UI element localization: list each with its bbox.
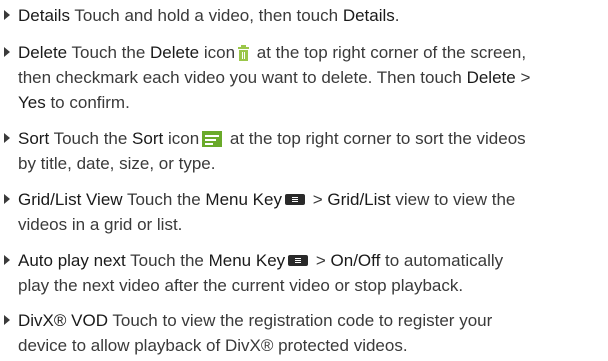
- item-line2: play the next video after the current vi…: [18, 273, 606, 298]
- item-line3: Yes to confirm.: [18, 90, 606, 115]
- item-text: Touch the: [49, 129, 133, 148]
- item-text: >: [307, 190, 328, 209]
- item-text: >: [515, 68, 531, 87]
- menu-key-icon: [288, 255, 309, 266]
- item-label: Grid/List View: [18, 190, 123, 209]
- item-text: Touch the: [125, 251, 209, 270]
- bullet-arrow-icon: [4, 133, 10, 143]
- item-text: Touch the: [122, 190, 206, 209]
- item-line2: by title, date, size, or type.: [18, 151, 606, 176]
- bullet-arrow-icon: [4, 255, 10, 265]
- list-item-divx-vod: DivX® VOD Touch to view the registration…: [0, 308, 606, 358]
- item-term: Details: [342, 6, 395, 25]
- bullet-arrow-icon: [4, 10, 10, 20]
- item-term: Sort: [132, 129, 164, 148]
- item-text: by title, date, size, or type.: [18, 154, 216, 173]
- item-text: then checkmark each video you want to de…: [18, 68, 467, 87]
- list-item-details: Details Touch and hold a video, then tou…: [0, 3, 606, 28]
- item-line2: device to allow playback of DivX® protec…: [18, 333, 606, 358]
- item-text: device to allow playback of DivX® protec…: [18, 336, 408, 355]
- item-text: >: [311, 251, 331, 270]
- item-label: DivX® VOD: [18, 311, 108, 330]
- item-text: at the top right corner to sort the vide…: [225, 129, 526, 148]
- list-item-auto-play-next: Auto play next Touch the Menu Key > On/O…: [0, 248, 606, 298]
- list-item-grid-list-view: Grid/List View Touch the Menu Key > Grid…: [0, 187, 606, 237]
- item-term: Grid/List: [327, 190, 391, 209]
- item-text: to automatically: [380, 251, 504, 270]
- sort-icon: [202, 131, 223, 147]
- item-term: Menu Key: [205, 190, 282, 209]
- item-text: icon: [163, 129, 200, 148]
- list-item-sort: Sort Touch the Sort icon at the top righ…: [0, 126, 606, 176]
- bullet-arrow-icon: [4, 194, 10, 204]
- item-text: icon: [199, 43, 236, 62]
- item-term: On/Off: [330, 251, 381, 270]
- bullet-arrow-icon: [4, 47, 10, 57]
- item-term: Yes: [18, 93, 46, 112]
- item-label: Sort: [18, 129, 50, 148]
- item-term: Delete: [466, 68, 516, 87]
- bullet-arrow-icon: [4, 315, 10, 325]
- menu-key-icon: [284, 194, 305, 205]
- item-text: Touch the: [67, 43, 150, 62]
- item-text: videos in a grid or list.: [18, 215, 183, 234]
- trash-icon: [238, 45, 250, 61]
- item-line2: then checkmark each video you want to de…: [18, 65, 606, 90]
- list-item-delete: Delete Touch the Delete icon at the top …: [0, 40, 606, 115]
- item-line2: videos in a grid or list.: [18, 212, 606, 237]
- item-label: Delete: [18, 43, 68, 62]
- item-text: to confirm.: [45, 93, 130, 112]
- item-text: view to view the: [390, 190, 516, 209]
- item-term: Delete: [150, 43, 200, 62]
- item-label: Auto play next: [18, 251, 126, 270]
- item-text-end: .: [394, 6, 400, 25]
- item-term: Menu Key: [208, 251, 286, 270]
- item-label: Details: [18, 6, 70, 25]
- item-text: play the next video after the current vi…: [18, 276, 464, 295]
- item-text: at the top right corner of the screen,: [252, 43, 527, 62]
- item-text: Touch to view the registration code to r…: [107, 311, 493, 330]
- item-text: Touch and hold a video, then touch: [69, 6, 343, 25]
